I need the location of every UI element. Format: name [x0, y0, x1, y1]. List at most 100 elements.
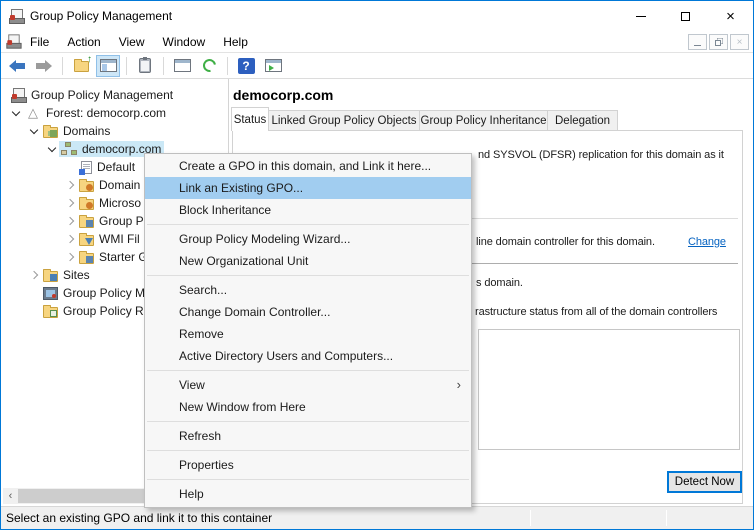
tab-status[interactable]: Status — [231, 107, 269, 131]
menu-help[interactable]: Help — [214, 33, 257, 51]
tree-item-group-policy-objects[interactable]: Group P — [63, 212, 147, 230]
gp-results-folder-icon — [43, 307, 58, 318]
menu-item-create-gpo-and-link[interactable]: Create a GPO in this domain, and Link it… — [145, 155, 471, 177]
menu-item-remove[interactable]: Remove — [145, 323, 471, 345]
back-button[interactable] — [5, 55, 29, 77]
menu-item-view[interactable]: View› — [145, 374, 471, 396]
menu-item-new-window-from-here[interactable]: New Window from Here — [145, 396, 471, 418]
menu-item-ad-users-and-computers[interactable]: Active Directory Users and Computers... — [145, 345, 471, 367]
tree-item-domains[interactable]: Domains — [27, 122, 113, 140]
tree-item-group-policy-management[interactable]: Group Policy Management — [9, 86, 176, 104]
tree-item-default-domain-policy[interactable]: Default — [63, 158, 138, 176]
menu-item-search[interactable]: Search... — [145, 279, 471, 301]
chevron-down-icon[interactable] — [45, 142, 59, 156]
starter-gpo-folder-icon — [79, 253, 94, 264]
tree-item-label: Default — [97, 160, 135, 174]
forest-icon: △ — [25, 106, 41, 120]
chevron-down-icon[interactable] — [9, 106, 23, 120]
status-intro-text: nd SYSVOL (DFSR) replication for this do… — [478, 149, 724, 161]
title-bar: Group Policy Management × — [1, 1, 753, 31]
menu-separator — [147, 450, 469, 451]
tab-delegation[interactable]: Delegation — [547, 110, 618, 131]
help-button[interactable]: ? — [234, 55, 258, 77]
menu-separator — [147, 421, 469, 422]
scrollbar-thumb[interactable] — [18, 489, 148, 503]
menu-separator — [147, 224, 469, 225]
chevron-right-icon[interactable] — [27, 268, 41, 282]
chevron-spacer — [63, 160, 77, 174]
tree-item-domain-controllers[interactable]: Domain — [63, 176, 143, 194]
tree-item-label: Forest: democorp.com — [46, 106, 166, 120]
chevron-right-icon[interactable] — [63, 178, 77, 192]
close-button[interactable]: × — [708, 1, 753, 31]
status-bar-divider — [530, 510, 531, 526]
properties-button[interactable] — [170, 55, 194, 77]
chevron-right-icon[interactable] — [63, 214, 77, 228]
tree-item-starter-gpos[interactable]: Starter G — [63, 248, 151, 266]
tree-item-group-policy-modeling[interactable]: Group Policy M — [27, 284, 148, 302]
menu-item-new-organizational-unit[interactable]: New Organizational Unit — [145, 250, 471, 272]
tree-item-label: Domain — [99, 178, 140, 192]
mdi-restore-button[interactable] — [709, 34, 728, 50]
change-link[interactable]: Change — [688, 236, 726, 248]
menu-bar: File Action View Window Help × — [1, 31, 753, 53]
menu-file[interactable]: File — [21, 33, 58, 51]
menu-item-properties[interactable]: Properties — [145, 454, 471, 476]
submenu-arrow-icon: › — [457, 374, 461, 396]
menu-item-refresh[interactable]: Refresh — [145, 425, 471, 447]
show-console-tree-button[interactable] — [96, 55, 120, 77]
tab-group-policy-inheritance[interactable]: Group Policy Inheritance — [419, 110, 548, 131]
export-list-button[interactable] — [261, 55, 285, 77]
maximize-button[interactable] — [663, 1, 708, 31]
clipboard-button[interactable] — [133, 55, 157, 77]
mdi-minimize-button[interactable] — [688, 34, 707, 50]
no-status-text: s domain. — [476, 277, 523, 289]
ou-folder-icon — [79, 199, 94, 210]
minimize-icon — [636, 16, 646, 17]
tree-item-label: WMI Fil — [99, 232, 140, 246]
menu-item-gp-modeling-wizard[interactable]: Group Policy Modeling Wizard... — [145, 228, 471, 250]
scroll-left-arrow-icon[interactable]: ‹ — [3, 488, 18, 504]
domains-folder-icon — [43, 127, 58, 138]
wmi-filter-folder-icon — [79, 235, 94, 246]
menu-item-link-existing-gpo[interactable]: Link an Existing GPO... — [145, 177, 471, 199]
tree-item-group-policy-results[interactable]: Group Policy R — [27, 302, 147, 320]
chevron-right-icon[interactable] — [63, 250, 77, 264]
detect-now-button[interactable]: Detect Now — [667, 471, 742, 493]
menu-item-change-domain-controller[interactable]: Change Domain Controller... — [145, 301, 471, 323]
tree-item-label: Microso — [99, 196, 141, 210]
tab-linked-group-policy-objects[interactable]: Linked Group Policy Objects — [268, 110, 420, 131]
toolbar-separator — [62, 57, 63, 75]
tree-item-label: Group Policy Management — [31, 88, 173, 102]
tree-item-forest[interactable]: △ Forest: democorp.com — [9, 104, 169, 122]
tree-item-microsoft-ou[interactable]: Microso — [63, 194, 144, 212]
tree-item-wmi-filters[interactable]: WMI Fil — [63, 230, 143, 248]
infrastructure-status-box — [478, 329, 740, 450]
menu-item-help[interactable]: Help — [145, 483, 471, 505]
help-icon: ? — [238, 58, 255, 74]
tree-item-sites[interactable]: Sites — [27, 266, 93, 284]
gpo-icon — [81, 161, 92, 174]
minimize-button[interactable] — [618, 1, 663, 31]
up-arrow-icon: ↑ — [87, 55, 92, 65]
tree-item-label: Sites — [63, 268, 90, 282]
toolbar-separator — [163, 57, 164, 75]
status-bar-divider — [666, 510, 667, 526]
mdi-close-button[interactable]: × — [730, 34, 749, 50]
window-title: Group Policy Management — [30, 9, 172, 23]
chevron-down-icon[interactable] — [27, 124, 41, 138]
forward-button[interactable] — [32, 55, 56, 77]
menu-action[interactable]: Action — [58, 33, 109, 51]
chevron-right-icon[interactable] — [63, 196, 77, 210]
chevron-right-icon[interactable] — [63, 232, 77, 246]
export-list-icon — [265, 59, 282, 72]
chevron-spacer — [27, 304, 41, 318]
detect-hint-text: rastructure status from all of the domai… — [475, 306, 717, 318]
refresh-button[interactable] — [197, 55, 221, 77]
domain-icon — [61, 142, 77, 156]
up-one-level-button[interactable]: ↑ — [69, 55, 93, 77]
menu-item-block-inheritance[interactable]: Block Inheritance — [145, 199, 471, 221]
menu-view[interactable]: View — [110, 33, 154, 51]
menu-window[interactable]: Window — [154, 33, 215, 51]
maximize-icon — [681, 12, 690, 21]
